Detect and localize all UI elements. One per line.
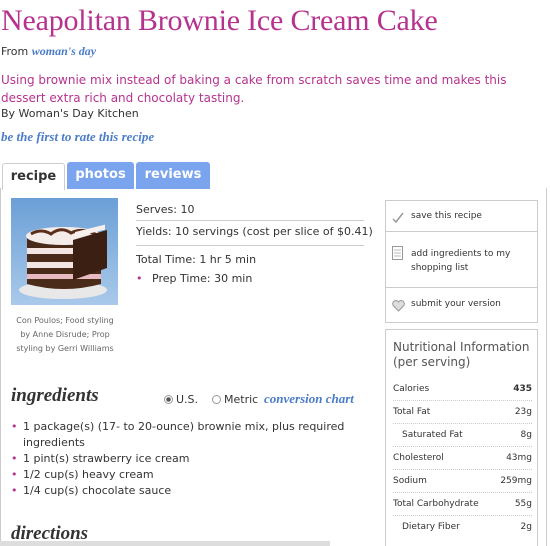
- checkmark-icon: [392, 209, 404, 228]
- divider: [393, 446, 532, 448]
- list-item: 1 package(s) (17- to 20-ounce) brownie m…: [11, 419, 361, 451]
- from-label: From: [1, 45, 29, 58]
- nutrient-label: Total Fat: [393, 407, 431, 417]
- divider: [393, 423, 532, 425]
- divider: [386, 231, 537, 232]
- cake-image: [19, 224, 107, 299]
- list-item: 1 pint(s) strawberry ice cream: [11, 451, 361, 467]
- source-link[interactable]: woman's day: [32, 44, 96, 58]
- recipe-description: Using brownie mix instead of baking a ca…: [1, 73, 507, 105]
- divider: [393, 469, 532, 471]
- serves-label: Serves:: [136, 203, 177, 216]
- divider: [136, 245, 364, 246]
- nutrient-value: 23g: [514, 407, 532, 417]
- recipe-actions: save this recipe add ingredients to my s…: [385, 200, 538, 323]
- radio-us[interactable]: [164, 395, 173, 404]
- divider: [136, 220, 364, 221]
- byline: By Woman's Day Kitchen: [1, 107, 139, 120]
- nutrient-label: Cholesterol: [393, 453, 444, 463]
- nutrient-value: 8g: [520, 430, 532, 440]
- divider: [393, 492, 532, 494]
- total-time-value: 1 hr 5 min: [199, 253, 257, 266]
- recipe-photo[interactable]: [11, 198, 118, 305]
- nutrition-row: Calories 435: [393, 384, 532, 394]
- nutrition-row: Total Fat 23g: [393, 407, 532, 417]
- radio-metric[interactable]: [212, 395, 222, 404]
- yields-label: Yields:: [136, 225, 172, 238]
- nutrition-row: Total Carbohydrate 55g: [393, 499, 532, 509]
- nutrient-label: Calories: [393, 384, 430, 394]
- total-time-label: Total Time:: [136, 253, 196, 266]
- source-line: From woman's day: [1, 44, 96, 59]
- list-item: 1/4 cup(s) chocolate sauce: [11, 483, 361, 499]
- list-item: 1/2 cup(s) heavy cream: [11, 467, 361, 483]
- divider: [393, 515, 532, 517]
- yields-value: 10 servings (cost per slice of $0.41): [175, 225, 373, 238]
- ingredient-list: 1 package(s) (17- to 20-ounce) brownie m…: [11, 419, 361, 499]
- rate-recipe-link[interactable]: be the first to rate this recipe: [1, 129, 154, 145]
- nutrient-value: 2g: [520, 522, 532, 532]
- nutrient-value: 55g: [514, 499, 532, 509]
- nutrition-panel: Nutritional Information (per serving) Ca…: [385, 329, 538, 546]
- nutrient-label: Saturated Fat: [402, 430, 463, 440]
- nutrient-label: Dietary Fiber: [402, 522, 460, 532]
- nutrient-value: 435: [513, 384, 532, 394]
- yields: Yields: 10 servings (cost per slice of $…: [136, 225, 373, 238]
- nutrition-row: Sodium 259mg: [393, 476, 532, 486]
- submit-version-link[interactable]: submit your version: [411, 297, 501, 311]
- unit-selector: U.S. Metric: [164, 393, 258, 406]
- recipe-title: Neapolitan Brownie Ice Cream Cake: [1, 4, 438, 37]
- prep-time-label: Prep Time:: [152, 272, 211, 285]
- conversion-chart-link[interactable]: conversion chart: [264, 391, 354, 407]
- prep-time-value: 30 min: [214, 272, 253, 285]
- horizontal-scrollbar[interactable]: [0, 541, 330, 546]
- serves: Serves: 10: [136, 203, 195, 216]
- nutrient-value: 43mg: [506, 453, 532, 463]
- bullet-icon: •: [136, 272, 143, 285]
- list-icon: [392, 245, 403, 264]
- tab-photos[interactable]: photos: [67, 162, 134, 189]
- unit-metric-label[interactable]: Metric: [224, 393, 258, 406]
- nutrition-row: Dietary Fiber 2g: [402, 522, 532, 532]
- divider: [386, 287, 537, 288]
- tab-reviews[interactable]: reviews: [136, 162, 210, 189]
- heart-icon: [392, 297, 405, 316]
- serves-value: 10: [180, 203, 195, 216]
- total-time: Total Time: 1 hr 5 min: [136, 253, 256, 266]
- ingredients-heading: ingredients: [11, 385, 99, 406]
- save-recipe-link[interactable]: save this recipe: [411, 209, 482, 223]
- unit-us-label[interactable]: U.S.: [176, 393, 198, 406]
- nutrition-title: Nutritional Information (per serving): [393, 340, 530, 369]
- nutrition-row: Cholesterol 43mg: [393, 453, 532, 463]
- tab-recipe[interactable]: recipe: [2, 163, 65, 190]
- nutrient-label: Total Carbohydrate: [393, 499, 479, 509]
- prep-time: • Prep Time: 30 min: [136, 272, 252, 285]
- nutrient-value: 259mg: [500, 476, 532, 486]
- nutrient-label: Sodium: [393, 476, 427, 486]
- photo-caption: Con Poulos; Food styling by Anne Disrude…: [16, 316, 114, 353]
- add-to-shopping-list-link[interactable]: add ingredients to my shopping list: [411, 247, 529, 275]
- nutrition-row: Saturated Fat 8g: [402, 430, 532, 440]
- divider: [393, 400, 532, 402]
